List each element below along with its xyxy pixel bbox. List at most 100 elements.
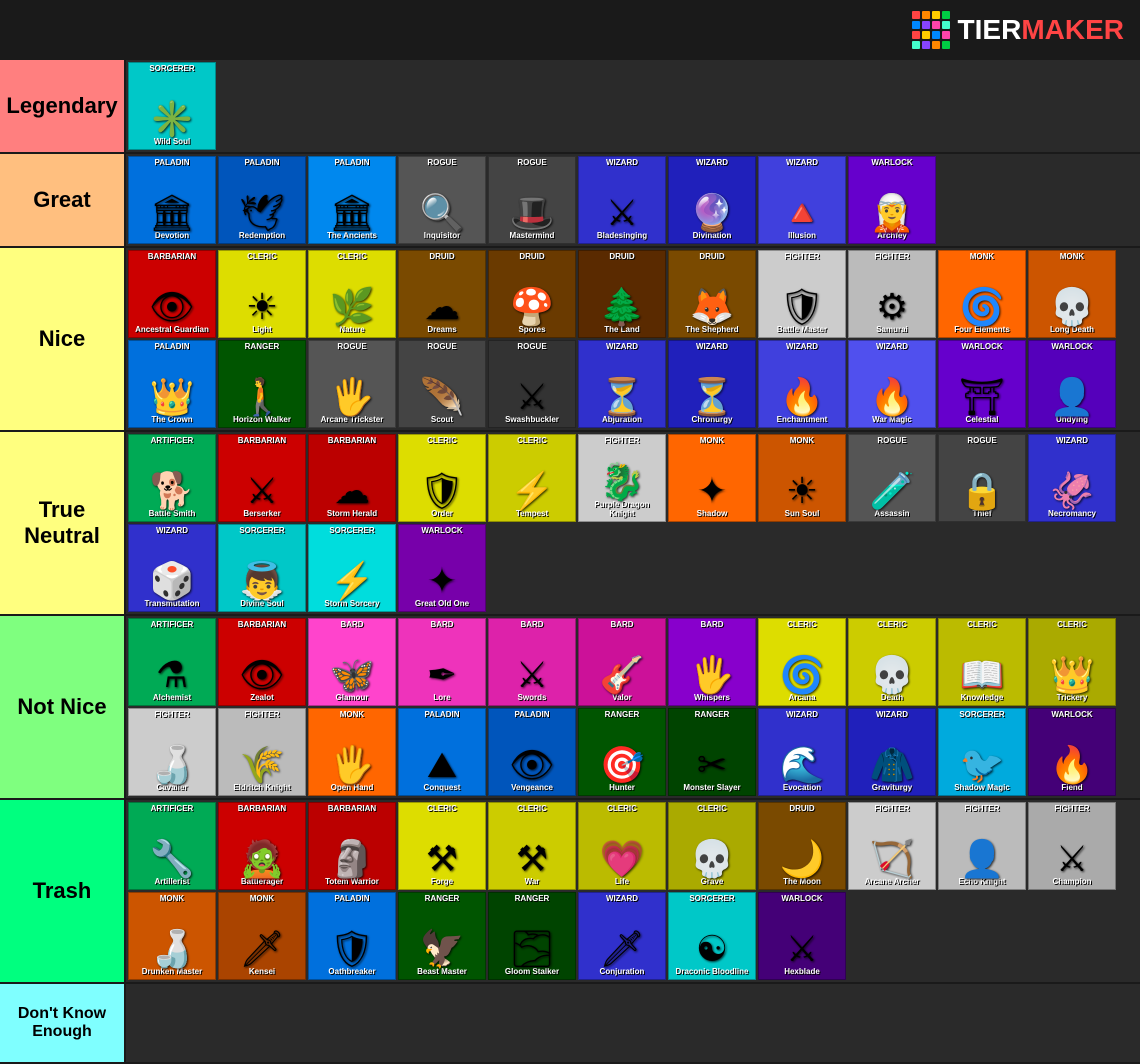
card-eldritch-knight[interactable]: FIGHTER 🌾 Eldritch Knight (218, 708, 306, 796)
card-storm-sorcery[interactable]: SORCERER ⚡ Storm Sorcery (308, 524, 396, 612)
card-battlerager[interactable]: BARBARIAN 🧟 Battlerager (218, 802, 306, 890)
card-cavalier[interactable]: FIGHTER 🍶 Cavalier (128, 708, 216, 796)
card-fiend[interactable]: WARLOCK 🔥 Fiend (1028, 708, 1116, 796)
card-samurai[interactable]: FIGHTER ⚙ Samurai (848, 250, 936, 338)
card-monster-slayer[interactable]: RANGER ✂ Monster Slayer (668, 708, 756, 796)
card-storm-herald[interactable]: BARBARIAN ☁ Storm Herald (308, 434, 396, 522)
card-the-crown[interactable]: PALADIN 👑 The Crown (128, 340, 216, 428)
card-life[interactable]: CLERIC 💗 Life (578, 802, 666, 890)
card-vengeance[interactable]: PALADIN 👁 Vengeance (488, 708, 576, 796)
card-drunken-master[interactable]: MONK 🍶 Drunken Master (128, 892, 216, 980)
card-forge[interactable]: CLERIC ⚒ Forge (398, 802, 486, 890)
card-light[interactable]: CLERIC ☀ Light (218, 250, 306, 338)
card-scout[interactable]: ROGUE 🪶 Scout (398, 340, 486, 428)
card-grave[interactable]: CLERIC 💀 Grave (668, 802, 756, 890)
card-swords[interactable]: BARD ⚔ Swords (488, 618, 576, 706)
card-evocation[interactable]: WIZARD 🌊 Evocation (758, 708, 846, 796)
card-totem-warrior[interactable]: BARBARIAN 🗿 Totem Warrior (308, 802, 396, 890)
card-undying[interactable]: WARLOCK 👤 Undying (1028, 340, 1116, 428)
card-arcana[interactable]: CLERIC 🌀 Arcana (758, 618, 846, 706)
card-open-hand[interactable]: MONK 🖐 Open Hand (308, 708, 396, 796)
logo-grid (912, 11, 950, 49)
card-great-old-one[interactable]: WARLOCK ✦ Great Old One (398, 524, 486, 612)
card-dreams[interactable]: DRUID ☁ Dreams (398, 250, 486, 338)
tiermaker-logo: TIERMAKER (912, 11, 1124, 49)
card-mastermind[interactable]: ROGUE 🎩 Mastermind (488, 156, 576, 244)
card-transmutation[interactable]: WIZARD 🎲 Transmutation (128, 524, 216, 612)
card-tempest[interactable]: CLERIC ⚡ Tempest (488, 434, 576, 522)
card-illusion[interactable]: WIZARD 🔺 Illusion (758, 156, 846, 244)
tier-items-legendary: SORCERER ✳️ Wild Soul (126, 60, 1140, 152)
tier-row-nice: Nice BARBARIAN 👁 Ancestral Guardian CLER… (0, 248, 1140, 432)
card-the-ancients[interactable]: PALADIN 🏛 The Ancients (308, 156, 396, 244)
card-horizon-walker[interactable]: RANGER 🚶 Horizon Walker (218, 340, 306, 428)
card-conquest[interactable]: PALADIN ⛰ Conquest (398, 708, 486, 796)
card-glamour[interactable]: BARD 🦋 Glamour (308, 618, 396, 706)
card-nature[interactable]: CLERIC 🌿 Nature (308, 250, 396, 338)
card-graviturgy[interactable]: WIZARD 🧥 Graviturgy (848, 708, 936, 796)
tier-items-great: PALADIN 🏛 Devotion PALADIN 🕊 Redemption … (126, 154, 1140, 246)
card-war-magic[interactable]: WIZARD 🔥 War Magic (848, 340, 936, 428)
tier-row-legendary: Legendary SORCERER ✳️ Wild Soul (0, 60, 1140, 154)
card-devotion[interactable]: PALADIN 🏛 Devotion (128, 156, 216, 244)
card-purple-dragon-knight[interactable]: FIGHTER 🐉 Purple Dragon Knight (578, 434, 666, 522)
card-battle-master[interactable]: FIGHTER 🛡 Battle Master (758, 250, 846, 338)
card-order[interactable]: CLERIC 🛡 Order (398, 434, 486, 522)
tier-label-legendary: Legendary (0, 60, 126, 152)
card-conjuration[interactable]: WIZARD 🗡 Conjuration (578, 892, 666, 980)
card-divine-soul[interactable]: SORCERER 👼 Divine Soul (218, 524, 306, 612)
card-spores[interactable]: DRUID 🍄 Spores (488, 250, 576, 338)
tier-label-dontknow: Don't Know Enough (0, 984, 126, 1062)
tier-items-dontknow (126, 984, 1140, 1062)
card-death[interactable]: CLERIC 💀 Death (848, 618, 936, 706)
tier-label-nice: Nice (0, 248, 126, 430)
card-thief[interactable]: ROGUE 🔒 Thief (938, 434, 1026, 522)
card-divination[interactable]: WIZARD 🔮 Divination (668, 156, 756, 244)
card-whispers[interactable]: BARD 🖐 Whispers (668, 618, 756, 706)
card-zealot[interactable]: BARBARIAN 👁 Zealot (218, 618, 306, 706)
card-archfey[interactable]: WARLOCK 🧝 Archfey (848, 156, 936, 244)
card-oathbreaker[interactable]: PALADIN 🛡 Oathbreaker (308, 892, 396, 980)
card-lore[interactable]: BARD ✒ Lore (398, 618, 486, 706)
tier-label-trueneutral: True Neutral (0, 432, 126, 614)
card-arcane-archer[interactable]: FIGHTER 🏹 Arcane Archer (848, 802, 936, 890)
card-ancestral-guardian[interactable]: BARBARIAN 👁 Ancestral Guardian (128, 250, 216, 338)
card-sun-soul[interactable]: MONK ☀ Sun Soul (758, 434, 846, 522)
card-hunter[interactable]: RANGER 🎯 Hunter (578, 708, 666, 796)
card-berserker[interactable]: BARBARIAN ⚔ Berserker (218, 434, 306, 522)
card-chronurgy[interactable]: WIZARD ⏳ Chronurgy (668, 340, 756, 428)
card-swashbuckler[interactable]: ROGUE ⚔ Swashbuckler (488, 340, 576, 428)
card-gloom-stalker[interactable]: RANGER 🌫 Gloom Stalker (488, 892, 576, 980)
tier-row-trash: Trash ARTIFICER 🔧 Artillerist BARBARIAN … (0, 800, 1140, 984)
card-echo-knight[interactable]: FIGHTER 👤 Echo Knight (938, 802, 1026, 890)
card-trickery[interactable]: CLERIC 👑 Trickery (1028, 618, 1116, 706)
card-necromancy[interactable]: WIZARD 🦑 Necromancy (1028, 434, 1116, 522)
card-the-land[interactable]: DRUID 🌲 The Land (578, 250, 666, 338)
card-war[interactable]: CLERIC ⚒ War (488, 802, 576, 890)
card-assassin[interactable]: ROGUE 🧪 Assassin (848, 434, 936, 522)
card-inquisitor[interactable]: ROGUE 🔍 Inquisitor (398, 156, 486, 244)
card-the-shepherd[interactable]: DRUID 🦊 The Shepherd (668, 250, 756, 338)
card-shadow[interactable]: MONK ✦ Shadow (668, 434, 756, 522)
card-valor[interactable]: BARD 🎸 Valor (578, 618, 666, 706)
card-the-moon[interactable]: DRUID 🌙 The Moon (758, 802, 846, 890)
card-four-elements[interactable]: MONK 🌀 Four Elements (938, 250, 1026, 338)
card-wild-soul[interactable]: SORCERER ✳️ Wild Soul (128, 62, 216, 150)
card-long-death[interactable]: MONK 💀 Long Death (1028, 250, 1116, 338)
card-beast-master[interactable]: RANGER 🦅 Beast Master (398, 892, 486, 980)
card-kensei[interactable]: MONK 🗡 Kensei (218, 892, 306, 980)
card-arcane-trickster[interactable]: ROGUE 🖐 Arcane Trickster (308, 340, 396, 428)
card-artillerist[interactable]: ARTIFICER 🔧 Artillerist (128, 802, 216, 890)
card-abjuration[interactable]: WIZARD ⏳ Abjuration (578, 340, 666, 428)
card-celestial[interactable]: WARLOCK ⛩ Celestial (938, 340, 1026, 428)
card-redemption[interactable]: PALADIN 🕊 Redemption (218, 156, 306, 244)
card-champion[interactable]: FIGHTER ⚔ Champion (1028, 802, 1116, 890)
card-knowledge[interactable]: CLERIC 📖 Knowledge (938, 618, 1026, 706)
card-alchemist[interactable]: ARTIFICER ⚗ Alchemist (128, 618, 216, 706)
card-hexblade[interactable]: WARLOCK ⚔ Hexblade (758, 892, 846, 980)
card-bladesinging[interactable]: WIZARD ⚔ Bladesinging (578, 156, 666, 244)
card-enchantment[interactable]: WIZARD 🔥 Enchantment (758, 340, 846, 428)
card-shadow-magic[interactable]: SORCERER 🐦 Shadow Magic (938, 708, 1026, 796)
card-battle-smith[interactable]: ARTIFICER 🐕 Battle Smith (128, 434, 216, 522)
card-draconic-bloodline[interactable]: SORCERER ☯ Draconic Bloodline (668, 892, 756, 980)
